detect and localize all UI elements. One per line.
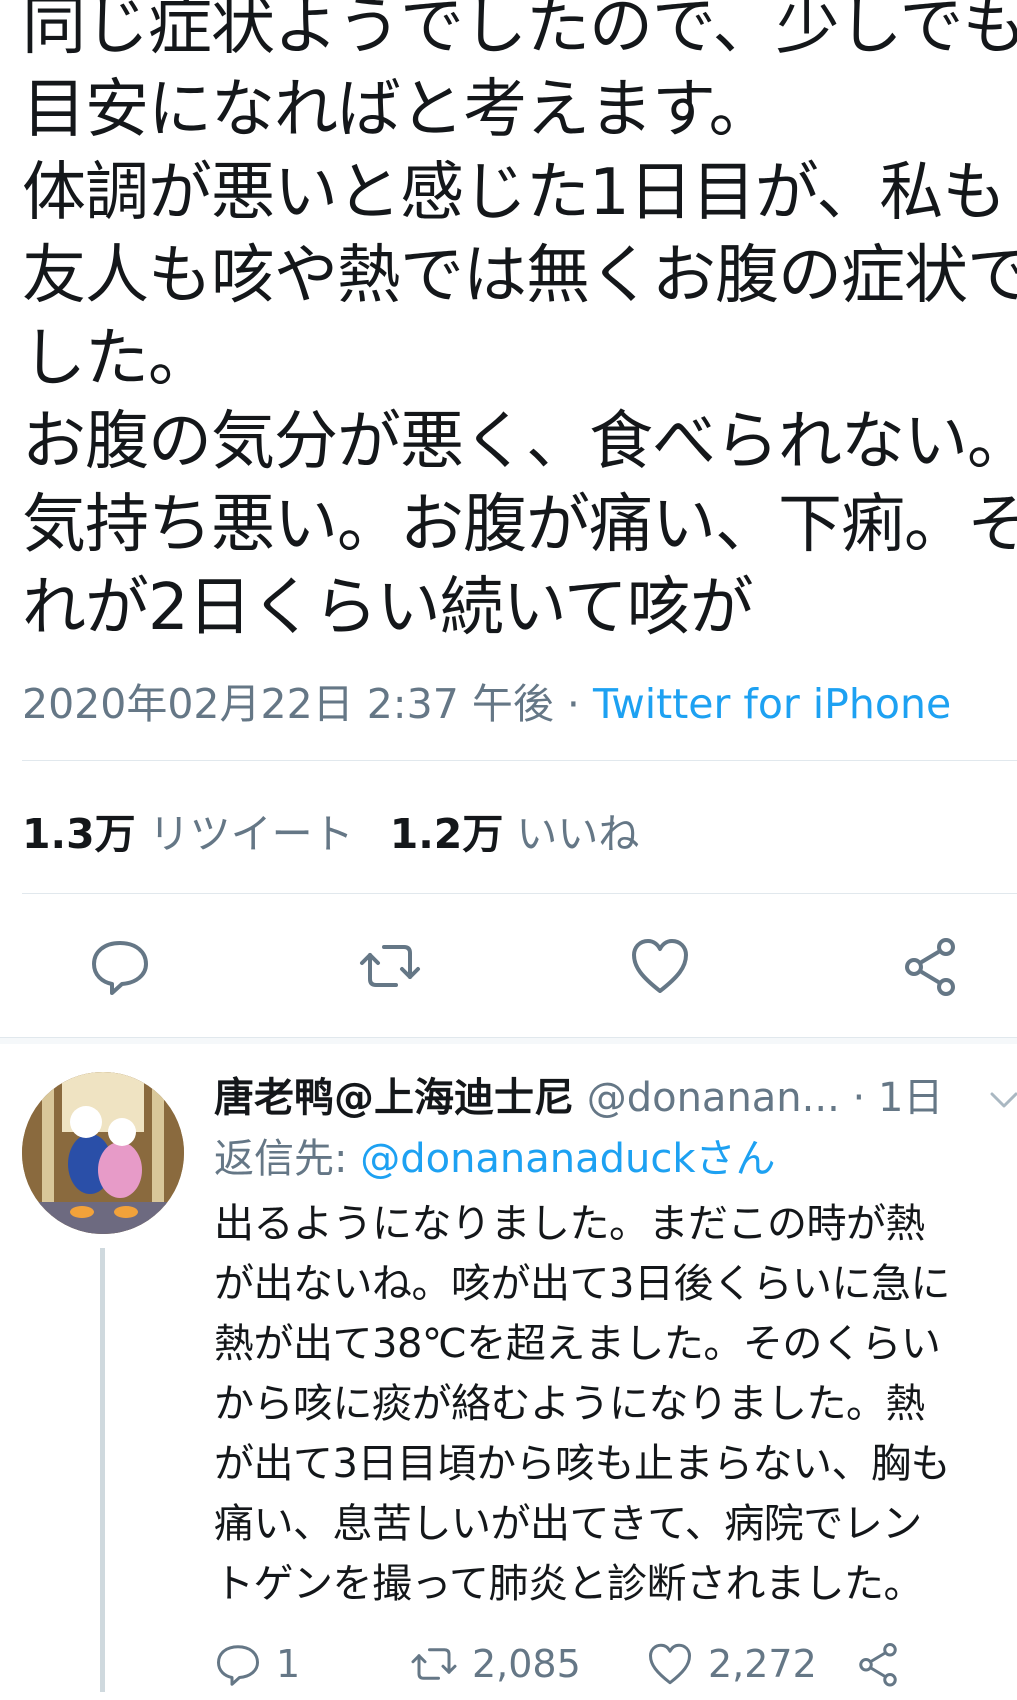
- reply-retweet-button[interactable]: 2,085: [410, 1640, 581, 1688]
- reply-time: · 1日: [839, 1075, 944, 1121]
- reply-reply-button[interactable]: 1: [214, 1640, 300, 1688]
- reply-reply-count: 1: [276, 1642, 301, 1686]
- section-separator: [0, 1037, 1017, 1044]
- reply-text-line: 熱が出て38℃を超えました。そのくらい: [214, 1321, 941, 1367]
- reply-text-line: 痛い、息苦しいが出てきて、病院でレン: [214, 1501, 922, 1547]
- reply-author-name[interactable]: 唐老鸭@上海迪士尼: [214, 1075, 574, 1121]
- tweet-text-line: お腹の気分が悪く、食べられない。: [22, 405, 1017, 479]
- reply-share-button[interactable]: [854, 1640, 902, 1688]
- tweet-stats: 1.3万 リツイート 1.2万 いいね: [22, 800, 639, 860]
- like-label: いいね: [516, 810, 640, 858]
- reply-icon: [92, 941, 148, 995]
- tweet-text: 同じ症状ようでしたので、少しでも 目安になればと考えます。 体調が悪いと感じた1…: [22, 0, 1017, 650]
- tweet-source-link[interactable]: Twitter for iPhone: [593, 680, 951, 728]
- tweet-text-line: 目安になればと考えます。: [22, 73, 773, 147]
- reply-text-line: が出ないね。咳が出て3日後くらいに急に: [214, 1261, 950, 1307]
- reply-header: 唐老鸭@上海迪士尼 @donanan... · 1日: [214, 1068, 1017, 1128]
- tweet-timestamp: 2020年02月22日 2:37 午後: [22, 680, 554, 728]
- like-count: 1.2万: [389, 810, 504, 858]
- like-icon: [632, 939, 688, 993]
- tweet-text-line: れが2日くらい続いて咳が: [22, 571, 754, 645]
- reply-to-prefix: 返信先:: [214, 1136, 361, 1182]
- retweet-button[interactable]: [358, 935, 422, 997]
- reply-text-line: 出るようになりました。まだこの時が熱: [214, 1201, 926, 1247]
- like-stat[interactable]: 1.2万 いいね: [390, 810, 640, 858]
- like-button[interactable]: [628, 935, 692, 997]
- avatar[interactable]: [22, 1072, 184, 1234]
- share-icon: [859, 1643, 897, 1687]
- reply-tweet[interactable]: 唐老鸭@上海迪士尼 @donanan... · 1日 返信先: @donanan…: [214, 1068, 1017, 1614]
- like-icon: [649, 1643, 691, 1685]
- reply-text-line: から咳に痰が絡むようになりました。熱: [214, 1381, 926, 1427]
- reply-author-handle: @donanan...: [586, 1075, 840, 1121]
- tweet-text-line: 友人も咳や熱では無くお腹の症状で: [22, 239, 1017, 313]
- reply-to: 返信先: @donananaduckさん: [214, 1128, 1014, 1190]
- retweet-icon: [360, 945, 420, 987]
- retweet-icon: [411, 1648, 457, 1680]
- reply-like-button[interactable]: 2,272: [646, 1640, 817, 1688]
- chevron-down-icon[interactable]: [984, 1080, 1017, 1120]
- reply-text-line: トゲンを撮って肺炎と診断されました。: [214, 1561, 924, 1607]
- reply-text-line: が出て3日目頃から咳も止まらない、胸も: [214, 1441, 950, 1487]
- tweet-action-bar: [0, 935, 1017, 997]
- reply-like-count: 2,272: [708, 1642, 817, 1686]
- tweet-text-line: した。: [22, 322, 212, 396]
- reply-retweet-count: 2,085: [472, 1642, 581, 1686]
- reply-text: 出るようになりました。まだこの時が熱 が出ないね。咳が出て3日後くらいに急に 熱…: [214, 1194, 1014, 1614]
- reply-action-bar: 1 2,085 2,272: [214, 1640, 1014, 1700]
- divider: [22, 760, 1017, 761]
- share-icon: [905, 938, 955, 996]
- share-button[interactable]: [898, 935, 962, 997]
- tweet-meta: 2020年02月22日 2:37 午後 · Twitter for iPhone: [22, 670, 951, 730]
- avatar-image: [22, 1072, 184, 1234]
- retweet-label: リツイート: [148, 810, 354, 858]
- reply-to-link[interactable]: @donananaduckさん: [360, 1136, 775, 1182]
- tweet-text-line: 体調が悪いと感じた1日目が、私も: [22, 156, 1006, 230]
- tweet-text-line: 同じ症状ようでしたので、少しでも: [22, 0, 1017, 64]
- meta-separator: ·: [553, 680, 593, 728]
- divider: [22, 893, 1017, 894]
- retweet-count: 1.3万: [22, 810, 136, 858]
- retweet-stat[interactable]: 1.3万 リツイート: [22, 810, 354, 858]
- reply-icon: [217, 1645, 259, 1686]
- thread-line: [100, 1248, 105, 1692]
- tweet-text-line: 気持ち悪い。お腹が痛い、下痢。そ: [22, 488, 1017, 562]
- reply-button[interactable]: [88, 935, 152, 997]
